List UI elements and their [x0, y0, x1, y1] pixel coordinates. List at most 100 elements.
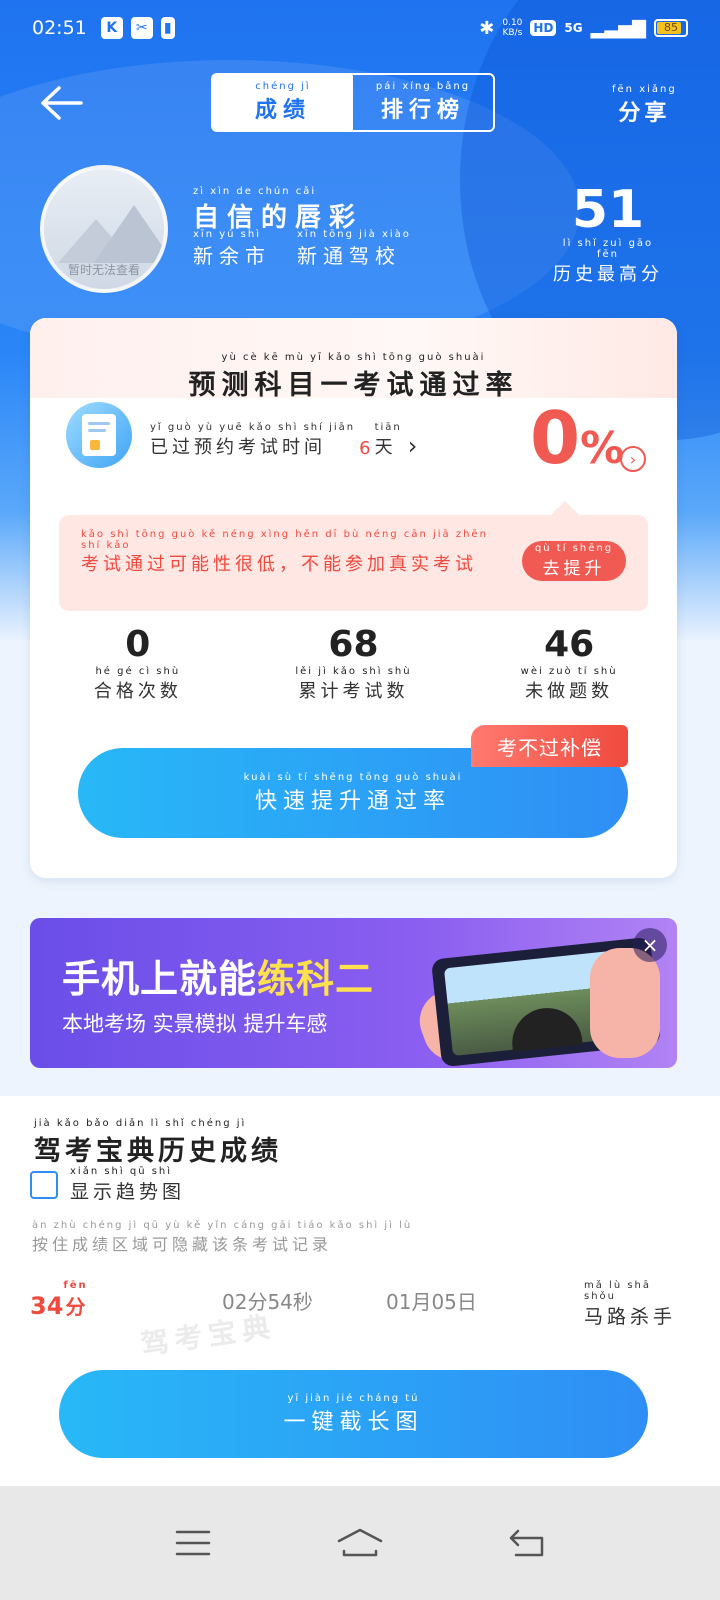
net-speed: 0.10 KB/s [502, 18, 522, 38]
system-nav-bar [0, 1486, 720, 1600]
record-score-unit-pinyin: fēn [63, 1280, 88, 1291]
signal-bars-icon: ▂▃▅▇ [590, 17, 646, 39]
signal-5g-icon: 5G [564, 21, 583, 35]
record-score: 34 fēn 分 [30, 1280, 88, 1320]
menu-icon [176, 1530, 211, 1556]
ad-title-highlight: 练科二 [257, 957, 375, 1001]
appointment-unit-label: 天 [374, 437, 397, 458]
card-title: yù cè kē mù yī kǎo shì tōng guò shuài 预测… [30, 352, 677, 402]
improve-pinyin: qù tí shēng [534, 543, 614, 554]
user-name-pinyin: zì xìn de chún cǎi [193, 186, 317, 197]
stat-undone-count: 46 wèi zuò tí shù 未做题数 [479, 624, 659, 703]
city-pinyin: xīn yú shì [193, 229, 261, 240]
pass-rate-card: yù cè kē mù yī kǎo shì tōng guò shuài 预测… [30, 318, 677, 878]
boost-label: 快速提升通过率 [254, 788, 451, 814]
tab-label: 排行榜 [380, 98, 465, 123]
stat-pinyin: lěi jì kǎo shì shù [295, 666, 412, 677]
school-text: 新通驾校 [297, 244, 401, 268]
appointment-label: 已过预约考试时间 [150, 437, 326, 458]
share-button[interactable]: fēn xiǎng 分享 [612, 84, 677, 127]
card-title-pinyin: yù cè kē mù yī kǎo shì tōng guò shuài [221, 352, 486, 363]
share-pinyin: fēn xiǎng [612, 84, 677, 95]
document-icon [66, 402, 132, 468]
ad-subtitle: 本地考场 实景模拟 提升车感 [62, 1012, 328, 1036]
appointment-unit: tiān 天 [375, 422, 402, 459]
best-score-value: 51 [571, 180, 645, 240]
status-bar: 02:51 K ✂ ▮ ✱ 0.10 KB/s HD 5G ▂▃▅▇ 85 [0, 0, 720, 56]
long-screenshot-button[interactable]: yī jiàn jié cháng tú 一键截长图 [59, 1370, 648, 1458]
improve-label: 去提升 [542, 559, 606, 579]
ad-title-part: 手机上就能 [62, 957, 258, 1001]
best-score: 51 lì shǐ zuì gāo fēn 历史最高分 [552, 182, 664, 286]
trend-toggle[interactable]: xiǎn shì qū shì 显示趋势图 [30, 1166, 185, 1204]
school-pinyin: xīn tōng jià xiào [297, 229, 411, 240]
stat-pinyin: hé gé cì shù [95, 666, 181, 677]
trend-label: 显示趋势图 [70, 1181, 186, 1203]
net-speed-value: 0.10 [502, 18, 523, 28]
screenshot-label: 一键截长图 [283, 1409, 424, 1435]
hand-illustration [590, 948, 660, 1058]
hint-pinyin: àn zhù chéng jì qū yù kě yǐn cáng gāi ti… [32, 1220, 413, 1231]
battery-icon: 85 [654, 19, 688, 37]
stat-value: 68 [328, 624, 379, 665]
stat-pass-count: 0 hé gé cì shù 合格次数 [48, 624, 228, 703]
history-title: jià kǎo bǎo diǎn lì shǐ chéng jì 驾考宝典历史成… [34, 1118, 282, 1168]
stat-value: 46 [544, 624, 595, 665]
user-name: zì xìn de chún cǎi 自信的唇彩 [193, 186, 363, 234]
history-title-text: 驾考宝典历史成绩 [34, 1136, 282, 1167]
tab-ranking[interactable]: pái xíng bǎng 排行榜 [353, 75, 493, 130]
app-k-icon: K [100, 17, 123, 39]
ad-title: 手机上就能练科二 [62, 948, 374, 1003]
record-score-unit-label: 分 [65, 1295, 86, 1319]
tab-pinyin: pái xíng bǎng [375, 81, 471, 92]
compensation-badge: 考不过补偿 [471, 725, 628, 767]
home-icon [337, 1528, 383, 1557]
stat-exam-count: 68 lěi jì kǎo shì shù 累计考试数 [263, 624, 443, 703]
rate-detail-chevron-icon[interactable]: › [620, 446, 646, 472]
arrow-left-icon [41, 86, 83, 120]
record-title-pinyin: mǎ lù shā shǒu [584, 1280, 652, 1302]
avatar[interactable]: 暂时无法查看 [40, 165, 168, 293]
battery-level: 85 [664, 21, 678, 34]
improve-button[interactable]: qù tí shēng 去提升 [522, 541, 626, 581]
bluetooth-icon: ✱ [479, 17, 495, 39]
sim-icon: ▮ [160, 17, 175, 39]
pass-rate: 0% [530, 398, 624, 478]
nav-home-button[interactable] [330, 1513, 390, 1573]
city-text: 新余市 [193, 244, 271, 268]
stat-value: 0 [125, 624, 151, 665]
tab-label: 成绩 [254, 98, 311, 123]
appointment-text: yǐ guò yù yuē kǎo shì shí jiān 已过预约考试时间 [150, 422, 355, 459]
ad-banner[interactable]: 手机上就能练科二 本地考场 实景模拟 提升车感 × [30, 918, 677, 1068]
history-section: jià kǎo bǎo diǎn lì shǐ chéng jì 驾考宝典历史成… [0, 1096, 720, 1486]
boost-pinyin: kuài sù tí shēng tōng guò shuài [243, 771, 463, 783]
history-record[interactable]: 34 fēn 分 02分54秒 01月05日 mǎ lù shā shǒu 马路… [30, 1280, 680, 1328]
stat-label: 合格次数 [93, 681, 182, 702]
appointment-link[interactable]: yǐ guò yù yuē kǎo shì shí jiān 已过预约考试时间 … [150, 422, 417, 459]
back-button[interactable] [36, 78, 86, 128]
app-notify-icon: ✂ [130, 17, 153, 39]
tab-bar: chéng jì 成绩 pái xíng bǎng 排行榜 [211, 73, 495, 132]
nav-back-button[interactable] [497, 1513, 557, 1573]
chevron-right-icon: › [407, 432, 418, 460]
record-title-text: 马路杀手 [584, 1306, 677, 1328]
close-icon[interactable]: × [633, 928, 667, 962]
user-location: xīn yú shì 新余市 xīn tōng jià xiào 新通驾校 [193, 229, 411, 269]
net-speed-unit: KB/s [502, 28, 523, 38]
share-label: 分享 [618, 101, 671, 126]
nav-menu-button[interactable] [163, 1513, 223, 1573]
warning-text: kǎo shì tōng guò kě néng xìng hěn dī bù … [81, 529, 501, 579]
hd-icon: HD [530, 20, 557, 36]
stats-row: 0 hé gé cì shù 合格次数 68 lěi jì kǎo shì sh… [30, 624, 677, 703]
stat-pinyin: wèi zuò tí shù [520, 666, 618, 677]
warning-label: 考试通过可能性很低，不能参加真实考试 [81, 554, 477, 575]
tab-scores[interactable]: chéng jì 成绩 [213, 75, 353, 130]
status-time: 02:51 [32, 17, 87, 39]
appointment-unit-pinyin: tiān [374, 422, 402, 433]
trend-checkbox[interactable] [30, 1171, 58, 1199]
best-score-label: 历史最高分 [553, 264, 663, 285]
user-school-name: xīn tōng jià xiào 新通驾校 [297, 229, 411, 269]
record-score-unit: fēn 分 [63, 1280, 87, 1320]
user-city: xīn yú shì 新余市 [193, 229, 271, 269]
back-icon [509, 1529, 543, 1557]
